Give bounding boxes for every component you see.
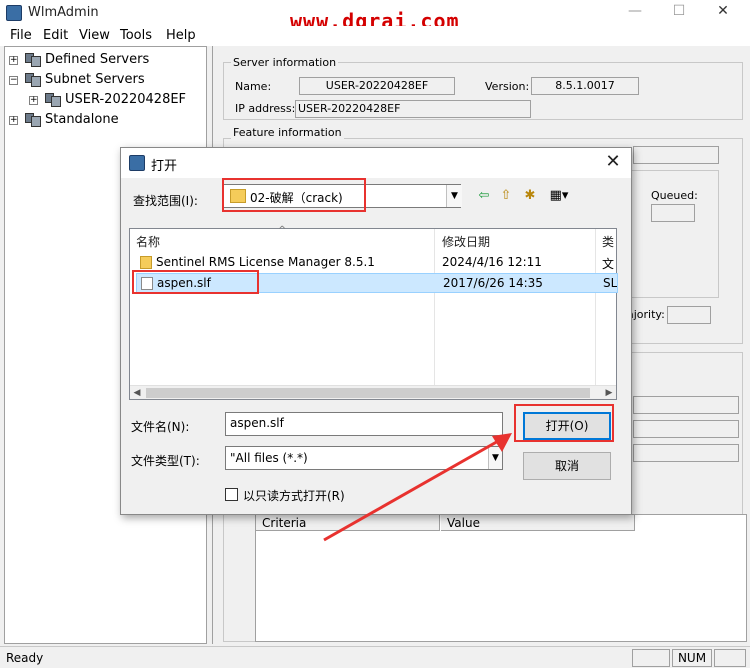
wlmadmin-window: WlmAdmin www.dgrai.com — ☐ ✕ File Edit V…	[0, 0, 750, 668]
annotation-arrow-icon	[323, 433, 512, 542]
